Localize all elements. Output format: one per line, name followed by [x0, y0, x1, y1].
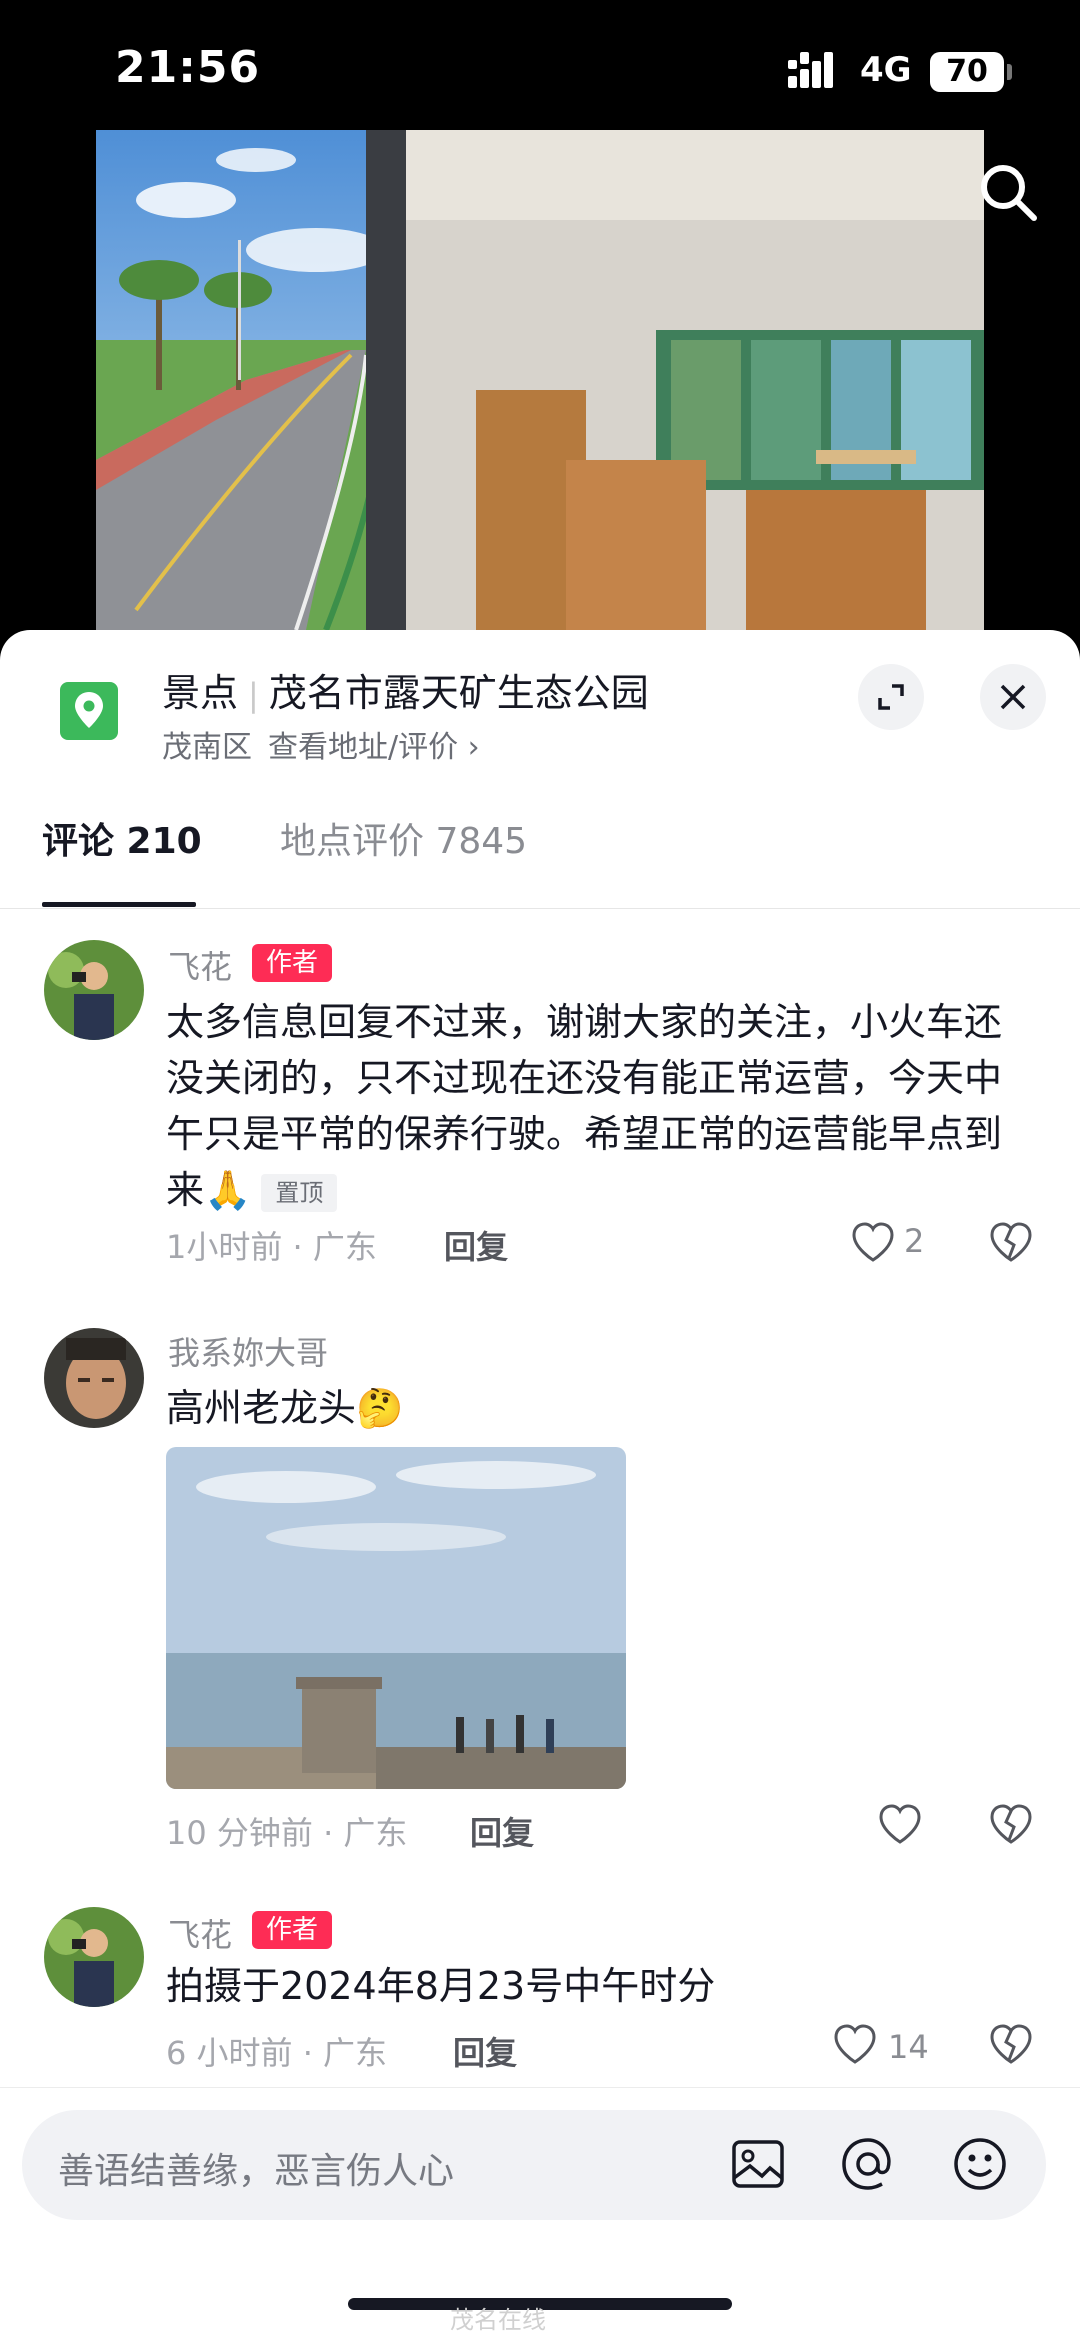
status-bar: 21:56 4G 70	[0, 0, 1080, 130]
reply-button[interactable]: 回复	[470, 1808, 534, 1854]
expand-button[interactable]	[858, 664, 924, 730]
battery-nub	[1007, 64, 1012, 80]
search-icon[interactable]	[976, 160, 1040, 224]
at-icon[interactable]	[838, 2134, 898, 2194]
close-icon	[1000, 684, 1026, 710]
tab-comments[interactable]: 评论 210	[42, 812, 202, 864]
signal-icon	[788, 52, 833, 88]
comment-username[interactable]: 飞花	[168, 942, 232, 988]
place-district: 茂南区	[162, 730, 252, 765]
comment-meta: 10 分钟前 · 广东	[166, 1814, 408, 1852]
view-address-link[interactable]: 查看地址/评价 ›	[268, 730, 480, 765]
broken-heart-icon[interactable]	[986, 1218, 1036, 1268]
avatar[interactable]	[44, 940, 144, 1040]
expand-icon	[878, 684, 904, 710]
train-video-frame	[96, 130, 984, 630]
comment-username[interactable]: 我系妳大哥	[168, 1328, 328, 1374]
comment-meta: 1小时前 · 广东	[166, 1228, 377, 1266]
heart-icon[interactable]	[830, 2020, 880, 2070]
author-badge: 作者	[252, 1911, 332, 1949]
broken-heart-icon[interactable]	[986, 1800, 1036, 1850]
broken-heart-icon[interactable]	[986, 2020, 1036, 2070]
place-category: 景点	[162, 671, 239, 715]
status-time: 21:56	[115, 42, 261, 93]
comment-input-placeholder: 善语结善缘，恶言伤人心	[58, 2151, 455, 2192]
place-header[interactable]: 景点 | 茂名市露天矿生态公园	[162, 662, 649, 717]
comment-text[interactable]: 高州老龙头🤔	[166, 1380, 1016, 1436]
video-player[interactable]	[96, 130, 984, 630]
divider	[0, 908, 1080, 909]
like-count: 2	[904, 1222, 925, 1260]
network-type: 4G	[860, 50, 912, 90]
pinned-badge: 置顶	[261, 1173, 338, 1212]
author-badge: 作者	[252, 944, 332, 982]
comment-text[interactable]: 太多信息回复不过来，谢谢大家的关注，小火车还没关闭的，只不过现在还没有能正常运营…	[166, 994, 1016, 1218]
emoji: 🙏	[204, 1168, 252, 1212]
avatar[interactable]	[44, 1907, 144, 2007]
active-tab-indicator	[42, 902, 196, 907]
heart-icon[interactable]	[848, 1218, 898, 1268]
separator: |	[248, 676, 259, 714]
comment-text[interactable]: 拍摄于2024年8月23号中午时分	[166, 1958, 1016, 2014]
location-pin-icon	[60, 682, 118, 740]
comment-meta: 6 小时前 · 广东	[166, 2034, 388, 2072]
divider	[0, 2087, 1080, 2088]
reply-button[interactable]: 回复	[444, 1222, 508, 1268]
close-button[interactable]	[980, 664, 1046, 730]
heart-icon[interactable]	[875, 1800, 925, 1850]
battery-level: 70	[930, 52, 1004, 92]
emoji: 🤔	[356, 1386, 404, 1430]
avatar[interactable]	[44, 1328, 144, 1428]
place-subtitle[interactable]: 茂南区 查看地址/评价 ›	[162, 722, 480, 766]
like-count: 14	[888, 2028, 929, 2066]
comment-image[interactable]	[166, 1447, 626, 1789]
comment-body: 高州老龙头	[166, 1386, 357, 1430]
image-icon[interactable]	[728, 2134, 788, 2194]
tab-place-reviews[interactable]: 地点评价 7845	[280, 812, 527, 864]
comment-username[interactable]: 飞花	[168, 1910, 232, 1956]
emoji-icon[interactable]	[950, 2134, 1010, 2194]
place-name: 茂名市露天矿生态公园	[268, 671, 649, 715]
reply-button[interactable]: 回复	[453, 2028, 517, 2074]
watermark: 茂名在线	[450, 2306, 546, 2334]
